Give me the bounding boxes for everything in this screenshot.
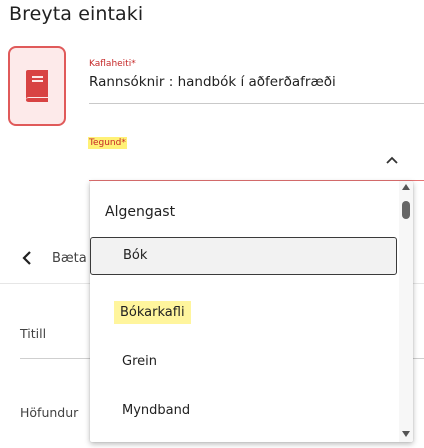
scroll-up-arrow-icon[interactable] bbox=[402, 184, 410, 190]
option-group-heading: Algengast bbox=[105, 204, 176, 220]
chevron-up-icon[interactable] bbox=[384, 152, 400, 168]
dropdown-scrollbar[interactable] bbox=[399, 181, 413, 442]
scroll-thumb[interactable] bbox=[402, 201, 410, 219]
option-bokarkafli[interactable]: Bókarkafli bbox=[90, 295, 399, 333]
back-label[interactable]: Bæta bbox=[52, 251, 87, 266]
option-label: Bók bbox=[123, 248, 148, 263]
scroll-down-arrow-icon[interactable] bbox=[402, 431, 410, 437]
option-label: Grein bbox=[122, 354, 157, 369]
chapter-title-underline bbox=[89, 103, 424, 104]
chapter-title-label: Kaflaheiti* bbox=[89, 59, 136, 69]
field-label-titill: Titill bbox=[20, 326, 47, 341]
page-title: Breyta eintaki bbox=[9, 3, 144, 25]
option-label: Myndband bbox=[122, 403, 191, 418]
option-grein[interactable]: Grein bbox=[90, 344, 399, 382]
option-label: Bókarkafli bbox=[114, 301, 191, 324]
option-myndband[interactable]: Myndband bbox=[90, 393, 399, 431]
option-bok[interactable]: Bók bbox=[90, 237, 397, 275]
item-type-tile bbox=[8, 46, 66, 126]
chevron-left-icon[interactable] bbox=[20, 250, 34, 266]
type-dropdown-panel[interactable]: Algengast Bók Bókarkafli Grein Myndband bbox=[90, 181, 413, 442]
book-icon bbox=[26, 70, 48, 102]
titill-underline bbox=[20, 358, 95, 359]
type-select[interactable] bbox=[89, 140, 424, 180]
chapter-title-input[interactable]: Rannsóknir : handbók í aðferðafræði bbox=[89, 74, 336, 90]
field-label-hofundur: Höfundur bbox=[20, 405, 79, 420]
